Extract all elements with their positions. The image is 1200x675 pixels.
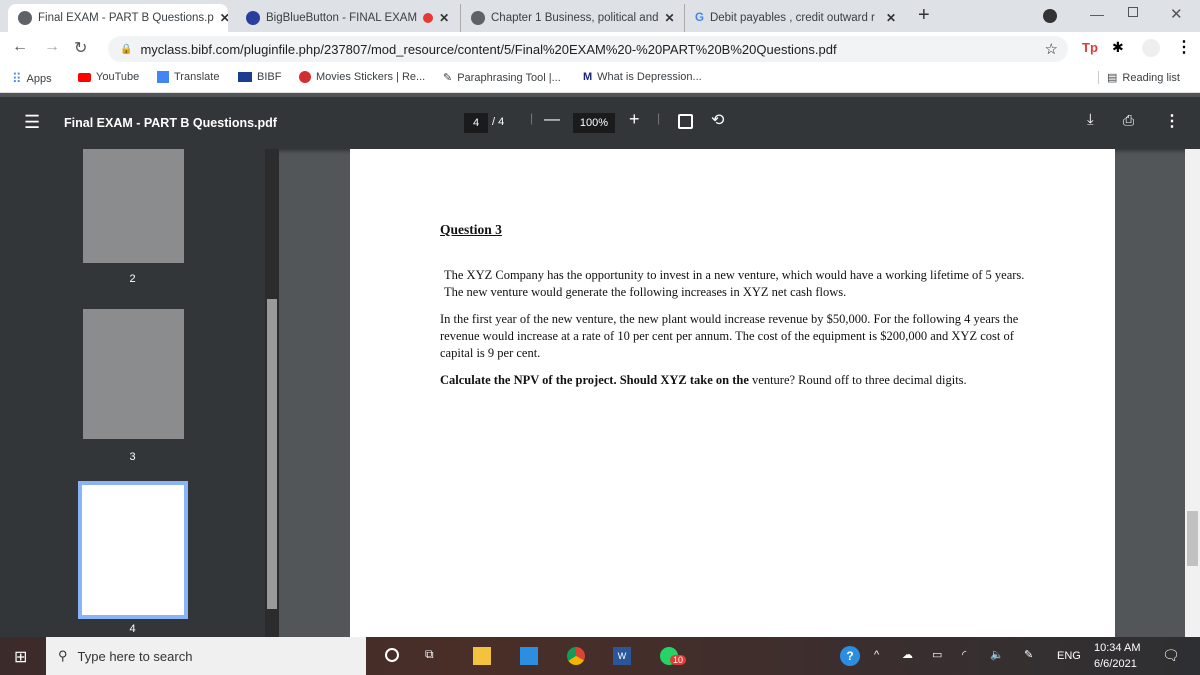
close-tab-icon[interactable]: ✕	[665, 11, 675, 25]
sidebar-scrollbar[interactable]	[265, 149, 279, 637]
battery-icon[interactable]: ▭	[932, 648, 942, 661]
volume-icon[interactable]: 🔈	[990, 648, 1004, 661]
youtube-icon	[78, 72, 91, 82]
thumbnail-label: 4	[129, 623, 136, 635]
wifi-icon[interactable]: ◜	[962, 648, 966, 661]
language-indicator[interactable]: ENG	[1057, 650, 1081, 662]
question-instruction: Calculate the NPV of the project. Should…	[440, 373, 967, 387]
address-bar-row: ← → ↻ 🔒 myclass.bibf.com/pluginfile.php/2…	[0, 32, 1200, 65]
restore-button[interactable]	[1128, 7, 1138, 17]
zoom-out-button[interactable]: —	[544, 111, 560, 129]
question-paragraph: The XYZ Company has the opportunity to i…	[444, 268, 1025, 299]
tab-chapter-1[interactable]: Chapter 1 Business, political and ✕	[460, 4, 682, 32]
thumbnail-page-3[interactable]	[83, 309, 184, 439]
bookmark-star-icon[interactable]: ☆	[1045, 40, 1058, 58]
zoom-in-button[interactable]: +	[629, 109, 640, 130]
fit-page-icon[interactable]	[678, 114, 693, 129]
reading-list-icon: ▤	[1107, 72, 1118, 84]
close-window-button[interactable]: ✕	[1170, 5, 1183, 23]
clock-date[interactable]: 6/6/2021	[1094, 658, 1137, 670]
question-heading: Question 3	[440, 222, 502, 237]
close-tab-icon[interactable]: ✕	[886, 11, 896, 25]
file-explorer-icon[interactable]	[473, 647, 491, 665]
back-button[interactable]: ←	[12, 38, 28, 56]
thumbnail-page-4-selected[interactable]	[78, 481, 188, 619]
bookmark-depression[interactable]: M What is Depression...	[583, 71, 702, 83]
reload-button[interactable]: ↻	[74, 38, 87, 58]
bookmark-paraphrasing[interactable]: ✎ Paraphrasing Tool |...	[443, 71, 561, 85]
notifications-icon[interactable]: 🗨	[1162, 647, 1180, 664]
globe-icon	[18, 11, 32, 25]
bookmark-apps[interactable]: ⠿ Apps	[12, 71, 52, 87]
url-input[interactable]: 🔒 myclass.bibf.com/pluginfile.php/237807/…	[108, 36, 1068, 62]
sidebar-menu-icon[interactable]: ☰	[24, 112, 40, 133]
thumbnail-sidebar: 2 3 4	[0, 149, 265, 637]
bookmark-youtube[interactable]: YouTube	[78, 71, 139, 83]
cortana-icon[interactable]	[385, 648, 399, 662]
m-logo-icon: M	[583, 71, 593, 83]
taskbar-search-input[interactable]: ⚲ Type here to search	[46, 637, 366, 675]
print-icon[interactable]: ⎙	[1123, 112, 1134, 129]
question-paragraph: In the first year of the new venture, th…	[440, 312, 1019, 360]
extension-tp-icon[interactable]: Tp	[1082, 40, 1098, 55]
divider: |	[530, 111, 534, 125]
tab-strip: Final EXAM - PART B Questions.p ✕ BigBlue…	[0, 0, 1200, 32]
download-icon[interactable]: ⤓	[1087, 111, 1094, 128]
bibf-icon	[238, 72, 252, 82]
bookmark-movies-stickers[interactable]: Movies Stickers | Re...	[299, 71, 425, 83]
page-number-input[interactable]: 4	[464, 113, 488, 133]
close-tab-icon[interactable]: ✕	[439, 11, 449, 25]
page-total: / 4	[492, 116, 505, 128]
divider: |	[657, 111, 661, 125]
thumbnail-label: 3	[129, 451, 136, 463]
pen-icon[interactable]: ✎	[1024, 648, 1033, 661]
windows-taskbar: ⊞ ⚲ Type here to search ⧉ W 10 ? ^ ☁ ▭ ◜ …	[0, 637, 1200, 675]
pdf-title: Final EXAM - PART B Questions.pdf	[64, 116, 277, 130]
help-icon[interactable]: ?	[840, 646, 860, 666]
pdf-toolbar: ☰ Final EXAM - PART B Questions.pdf 4 / …	[0, 97, 1200, 149]
reading-list-button[interactable]: ▤ Reading list	[1098, 71, 1180, 84]
minimize-button[interactable]: —	[1090, 6, 1104, 22]
bookmark-translate[interactable]: Translate	[157, 71, 219, 83]
tab-final-exam[interactable]: Final EXAM - PART B Questions.p ✕	[8, 4, 228, 32]
quill-icon: ✎	[443, 72, 453, 84]
pdf-page: Question 3 The XYZ Company has the oppor…	[350, 149, 1115, 637]
avatar[interactable]	[1142, 39, 1160, 57]
forward-button[interactable]: →	[44, 38, 60, 56]
rotate-icon[interactable]: ⟲	[711, 110, 724, 130]
onedrive-icon[interactable]: ☁	[902, 648, 913, 661]
zoom-input[interactable]: 100%	[573, 113, 615, 133]
word-icon[interactable]: W	[613, 647, 631, 665]
task-view-icon[interactable]: ⧉	[425, 647, 434, 662]
show-hidden-icons-chevron[interactable]: ^	[874, 649, 879, 661]
mail-icon[interactable]	[520, 647, 538, 665]
thumbnail-label: 2	[129, 273, 136, 285]
lock-icon: 🔒	[120, 43, 133, 55]
search-icon: ⚲	[58, 648, 68, 663]
more-options-icon[interactable]: ⋮	[1164, 111, 1180, 131]
menu-icon[interactable]: ⋮	[1176, 37, 1192, 57]
tab-debit-payables[interactable]: G Debit payables , credit outward r ✕	[684, 4, 906, 32]
chrome-icon[interactable]	[567, 647, 585, 665]
main-scrollbar[interactable]	[1185, 149, 1200, 637]
thumbnail-page-2[interactable]	[83, 149, 184, 263]
clock-time[interactable]: 10:34 AM	[1094, 642, 1140, 654]
extensions-puzzle-icon[interactable]: ✱	[1112, 39, 1124, 56]
google-icon: G	[695, 12, 704, 24]
apps-grid-icon: ⠿	[12, 71, 22, 86]
windows-start-icon[interactable]: ⊞	[14, 647, 27, 667]
redbubble-icon	[299, 71, 311, 83]
translate-icon	[157, 71, 169, 83]
new-tab-button[interactable]: +	[918, 4, 930, 27]
bookmark-bibf[interactable]: BIBF	[238, 71, 281, 83]
globe-icon	[471, 11, 485, 25]
notification-badge: 10	[670, 655, 687, 665]
bookmarks-bar: ⠿ Apps YouTube Translate BIBF Movies Stic…	[0, 65, 1200, 93]
recording-icon	[423, 13, 434, 23]
profile-dropdown-icon[interactable]	[1043, 9, 1057, 23]
tab-bigbluebutton[interactable]: BigBlueButton - FINAL EXAM ✕	[236, 4, 456, 32]
bigbluebutton-icon	[246, 11, 260, 25]
close-tab-icon[interactable]: ✕	[220, 11, 228, 25]
